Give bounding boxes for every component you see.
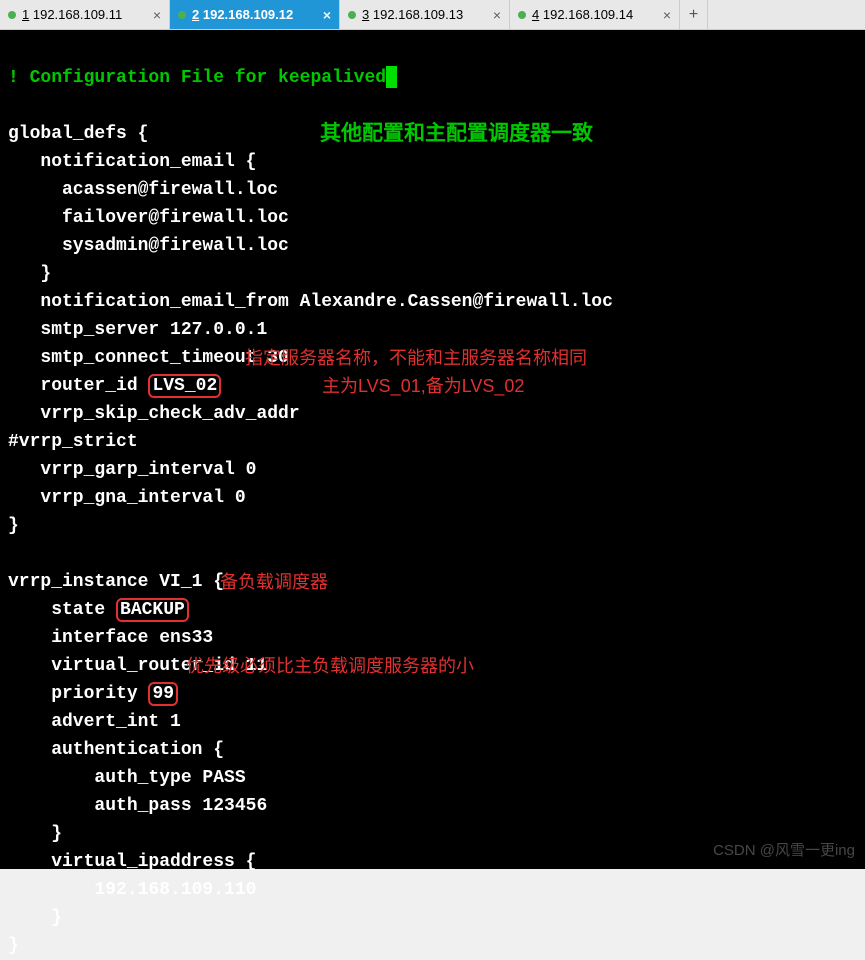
annotation-router-id-2: 主为LVS_01,备为LVS_02	[322, 372, 524, 400]
terminal-content[interactable]: ! Configuration File for keepalived glob…	[0, 30, 865, 869]
router-id-line: router_id LVS_02	[8, 374, 221, 398]
config-line: notification_email_from Alexandre.Cassen…	[8, 292, 613, 312]
close-icon[interactable]: ×	[153, 7, 161, 23]
state-highlight: BACKUP	[116, 598, 189, 622]
config-line: }	[8, 936, 19, 956]
priority-highlight: 99	[148, 682, 178, 706]
annotation-priority: 优先级必须比主负载调度服务器的小	[186, 652, 474, 680]
tab-hotkey: 2	[192, 7, 199, 22]
config-line: auth_type PASS	[8, 768, 246, 788]
tab-host-4[interactable]: 4 192.168.109.14 ×	[510, 0, 680, 29]
close-icon[interactable]: ×	[323, 7, 331, 23]
annotation-router-id-1: 指定服务器名称，不能和主服务器名称相同	[245, 344, 587, 372]
config-line: failover@firewall.loc	[8, 208, 289, 228]
watermark: CSDN @风雪一更ing	[713, 837, 855, 865]
status-dot-icon	[348, 11, 356, 19]
tab-label: 192.168.109.14	[543, 7, 633, 22]
status-dot-icon	[178, 11, 186, 19]
add-tab-button[interactable]: +	[680, 0, 708, 29]
config-line: smtp_server 127.0.0.1	[8, 320, 267, 340]
config-line: interface ens33	[8, 628, 213, 648]
config-line: }	[8, 516, 19, 536]
annotation-backup: 备负载调度器	[220, 568, 328, 596]
tab-label: 192.168.109.12	[203, 7, 293, 22]
close-icon[interactable]: ×	[493, 7, 501, 23]
config-line: auth_pass 123456	[8, 796, 267, 816]
config-line: vrrp_skip_check_adv_addr	[8, 404, 300, 424]
config-line: }	[8, 908, 62, 928]
tab-label: 192.168.109.13	[373, 7, 463, 22]
tab-hotkey: 3	[362, 7, 369, 22]
close-icon[interactable]: ×	[663, 7, 671, 23]
tab-host-2[interactable]: 2 192.168.109.12 ×	[170, 0, 340, 29]
status-dot-icon	[518, 11, 526, 19]
tab-hotkey: 4	[532, 7, 539, 22]
tab-host-1[interactable]: 1 192.168.109.11 ×	[0, 0, 170, 29]
config-line: }	[8, 264, 51, 284]
status-dot-icon	[8, 11, 16, 19]
config-line: virtual_ipaddress {	[8, 852, 256, 872]
priority-line: priority 99	[8, 682, 178, 706]
config-line: global_defs {	[8, 124, 148, 144]
tab-bar: 1 192.168.109.11 × 2 192.168.109.12 × 3 …	[0, 0, 865, 30]
config-line: #vrrp_strict	[8, 432, 138, 452]
cursor	[386, 66, 397, 88]
config-line: notification_email {	[8, 152, 256, 172]
tab-hotkey: 1	[22, 7, 29, 22]
config-line: }	[8, 824, 62, 844]
tab-host-3[interactable]: 3 192.168.109.13 ×	[340, 0, 510, 29]
router-id-highlight: LVS_02	[148, 374, 221, 398]
config-line: advert_int 1	[8, 712, 181, 732]
config-line: ! Configuration File for keepalived	[8, 68, 386, 88]
annotation-other-config: 其他配置和主配置调度器一致	[320, 120, 593, 148]
config-line: sysadmin@firewall.loc	[8, 236, 289, 256]
config-line: 192.168.109.110	[8, 880, 256, 900]
config-line: authentication {	[8, 740, 224, 760]
state-line: state BACKUP	[8, 598, 189, 622]
config-line: vrrp_instance VI_1 {	[8, 572, 224, 592]
config-line: vrrp_gna_interval 0	[8, 488, 246, 508]
tab-label: 192.168.109.11	[33, 7, 122, 22]
config-line: vrrp_garp_interval 0	[8, 460, 256, 480]
config-line: acassen@firewall.loc	[8, 180, 278, 200]
